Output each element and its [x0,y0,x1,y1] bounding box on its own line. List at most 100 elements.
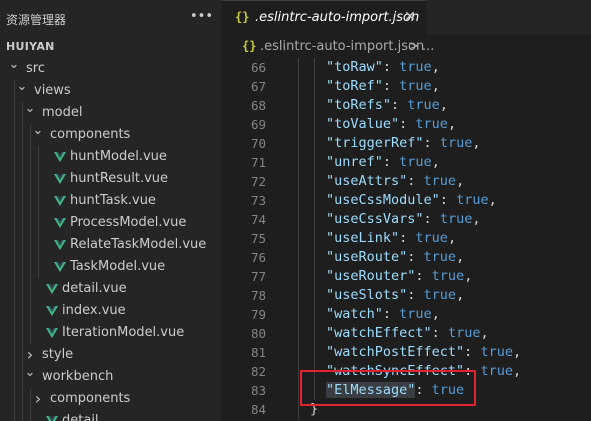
line-number: 71 [250,155,266,170]
tree-folder[interactable]: ⌄ views [0,80,222,102]
line-number: 69 [250,117,266,132]
code-line[interactable]: 80 "watchEffect": true, [222,324,591,343]
tree-file[interactable]: detail.vue [0,278,222,300]
tree-item-label: huntModel.vue [70,149,167,164]
vue-file-icon [46,416,58,421]
code-line[interactable]: 77 "useRouter": true, [222,267,591,286]
tree-folder[interactable]: › components [0,388,222,410]
indent-guide [14,124,15,146]
code-line[interactable]: 68 "toRefs": true, [222,96,591,115]
code-line[interactable]: 70 "triggerRef": true, [222,134,591,153]
json-value: true [480,344,513,360]
code-line[interactable]: 69 "toValue": true, [222,115,591,134]
code-text: "toRaw": true, [326,58,440,77]
comma: , [431,306,440,322]
ellipsis-icon[interactable]: ••• [190,8,213,26]
chevron-down-icon[interactable]: ⌄ [24,102,36,124]
close-icon[interactable]: ✕ [402,8,418,26]
indent-guide [30,322,31,344]
code-line[interactable]: 66 "toRaw": true, [222,58,591,77]
comma: , [456,287,465,303]
code-line[interactable]: 79 "watch": true, [222,305,591,324]
indent-guide [314,77,315,96]
indent-guide [22,256,23,278]
indent-guide [314,153,315,172]
tree-file[interactable]: huntResult.vue [0,168,222,190]
tab-label: .eslintrc-auto-import.json [255,10,420,25]
chevron-right-icon[interactable]: › [24,344,36,366]
indent-guide [22,234,23,256]
indent-guide [30,146,31,168]
indent-guide [314,343,315,362]
json-key: "watchEffect" [326,325,432,341]
code-line[interactable]: 74 "useCssVars": true, [222,210,591,229]
code-line[interactable]: 75 "useLink": true, [222,229,591,248]
indent-guide [298,96,299,115]
code-text: "toRef": true, [326,77,440,96]
code-line[interactable]: 72 "useAttrs": true, [222,172,591,191]
code-text: "toValue": true, [326,115,456,134]
tree-item-label: views [34,83,71,98]
indent-guide [314,248,315,267]
json-value: true [415,230,448,246]
code-line[interactable]: 73 "useCssModule": true, [222,191,591,210]
tree-folder[interactable]: ⌄ src [0,58,222,80]
json-key: "toRefs" [326,97,392,113]
comma: , [472,211,481,227]
code-text: "watchPostEffect": true, [326,343,521,362]
indent-guide [314,58,315,77]
tree-file[interactable]: index.vue [0,300,222,322]
code-line[interactable]: 76 "useRoute": true, [222,248,591,267]
comma: , [447,230,457,246]
tree-file[interactable]: IterationModel.vue [0,322,222,344]
colon: : [391,97,408,113]
code-line[interactable]: 81 "watchPostEffect": true, [222,343,591,362]
chevron-right-icon[interactable]: › [32,388,44,410]
code-text: "watch": true, [326,305,440,324]
indent-guide [14,322,15,344]
chevron-down-icon[interactable]: ⌄ [16,80,28,102]
tree-file[interactable]: TaskModel.vue [0,256,222,278]
code-line[interactable]: 71 "unref": true, [222,153,591,172]
colon: : [382,59,400,75]
code-line[interactable]: 78 "useSlots": true, [222,286,591,305]
vue-file-icon [54,218,66,228]
indent-guide [14,256,15,278]
tree-folder[interactable]: ⌄ model [0,102,222,124]
breadcrumb-more[interactable]: ... [422,39,434,54]
tree-folder[interactable]: ⌄ components [0,124,222,146]
json-value: true [399,78,432,94]
indent-guide [38,168,39,190]
comma: , [431,154,440,170]
tab-eslintrc-auto-import[interactable]: {} .eslintrc-auto-import.json ✕ [222,0,426,35]
code-text: "useLink": true, [326,229,456,248]
tree-file[interactable]: huntTask.vue [0,190,222,212]
tree-folder[interactable]: ⌄ workbench [0,366,222,388]
indent-guide [14,80,15,102]
tree-file[interactable]: detail... [0,410,222,421]
indent-guide [314,96,315,115]
comma: , [456,249,465,265]
chevron-down-icon[interactable]: ⌄ [32,124,44,146]
highlight-box [300,370,476,406]
tree-item-label: ProcessModel.vue [70,215,187,230]
vue-file-icon [54,196,66,206]
chevron-down-icon[interactable]: ⌄ [24,366,36,388]
chevron-down-icon[interactable]: ⌄ [8,58,20,80]
tree-file[interactable]: RelateTaskModel.vue [0,234,222,256]
colon: : [423,211,440,227]
colon: : [464,344,481,360]
code-view[interactable]: 66 "toRaw": true, 67 "toRef": true, 68 "toRef… [222,58,591,421]
colon: : [399,116,416,132]
tree-file[interactable]: huntModel.vue [0,146,222,168]
code-line[interactable]: 67 "toRef": true, [222,77,591,96]
breadcrumb-file[interactable]: .eslintrc-auto-import.json [260,39,424,54]
json-key: "triggerRef" [326,135,424,151]
tree-folder[interactable]: › style [0,344,222,366]
code-text: "useSlots": true, [326,286,464,305]
line-number: 83 [250,383,266,398]
workspace-root[interactable]: HUIYAN [6,40,55,53]
comma: , [456,173,465,189]
tree-file[interactable]: ProcessModel.vue [0,212,222,234]
json-key: "watchPostEffect" [326,344,465,360]
